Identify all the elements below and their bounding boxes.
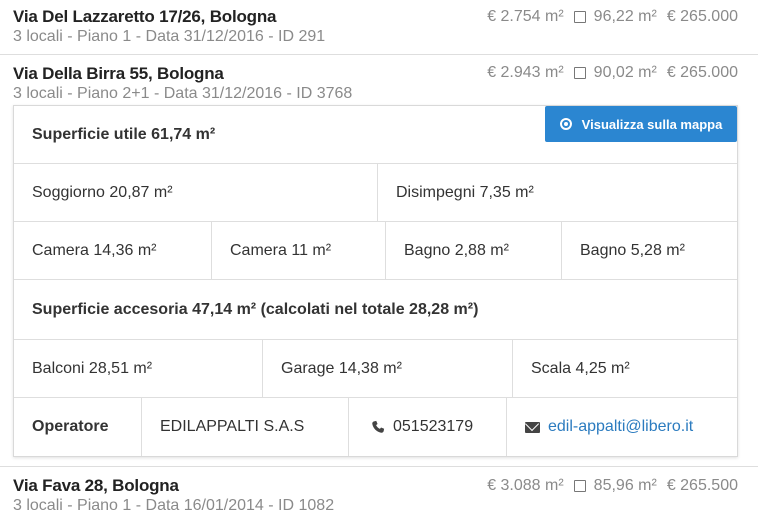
operator-email-link[interactable]: edil-appalti@libero.it [548,418,693,436]
price-per-sqm: € 2.943 m² [487,64,564,81]
listing-address[interactable]: Via Del Lazzaretto 17/26, Bologna [13,7,276,27]
accessory-row: Balconi 28,51 m² Garage 14,38 m² Scala 4… [14,340,737,398]
price-per-sqm: € 3.088 m² [487,477,564,494]
listing-item[interactable]: Via Della Birra 55, Bologna 3 locali - P… [0,55,758,105]
superficie-accessoria-row: Superficie accesoria 47,14 m² (calcolati… [14,280,737,340]
listing-meta: 3 locali - Piano 1 - Data 31/12/2016 - I… [13,28,326,45]
room-cell: Bagno 2,88 m² [386,222,562,279]
listing-stats: € 3.088 m² 85,96 m² € 265.500 [487,477,738,495]
listing-area: 96,22 m² [593,8,657,25]
listing-address[interactable]: Via Fava 28, Bologna [13,476,179,496]
superficie-accessoria-heading: Superficie accesoria 47,14 m² (calcolati… [32,300,479,318]
rooms-row: Camera 14,36 m² Camera 11 m² Bagno 2,88 … [14,222,737,280]
listing-area: 85,96 m² [593,477,657,494]
square-icon [573,11,586,23]
room-cell: Camera 14,36 m² [14,222,212,279]
listing-stats: € 2.943 m² 90,02 m² € 265.000 [487,64,738,82]
operator-row: Operatore EDILAPPALTI S.A.S 051523179 ed… [14,398,737,456]
listing-item[interactable]: Via Fava 28, Bologna 3 locali - Piano 1 … [0,467,758,521]
operator-email[interactable]: edil-appalti@libero.it [507,398,737,456]
room-cell: Soggiorno 20,87 m² [14,164,378,221]
superficie-utile-row: Superficie utile 61,74 m² [14,106,737,164]
listing-price: € 265.500 [666,477,738,494]
operator-label: Operatore [14,398,142,456]
operator-phone-number: 051523179 [393,418,474,435]
listing-meta: 3 locali - Piano 2+1 - Data 31/12/2016 -… [13,85,353,102]
price-per-sqm: € 2.754 m² [487,8,564,25]
accessory-cell: Scala 4,25 m² [531,359,630,377]
listing-detail-panel: Visualizza sulla mappa Superficie utile … [13,105,738,457]
listing-area: 90,02 m² [593,64,657,81]
listing-meta: 3 locali - Piano 1 - Data 16/01/2014 - I… [13,497,335,514]
accessory-cell: Garage 14,38 m² [263,340,513,397]
envelope-icon [525,421,540,433]
room-cell: Bagno 5,28 m² [580,241,685,259]
square-icon [573,480,586,492]
room-cell: Disimpegni 7,35 m² [396,183,534,201]
listing-price: € 265.000 [666,64,738,81]
listing-item[interactable]: Via Del Lazzaretto 17/26, Bologna 3 loca… [0,0,758,54]
room-cell: Camera 11 m² [212,222,386,279]
listing-stats: € 2.754 m² 96,22 m² € 265.000 [487,8,738,26]
listing-address[interactable]: Via Della Birra 55, Bologna [13,64,224,84]
rooms-row: Soggiorno 20,87 m² Disimpegni 7,35 m² [14,164,737,222]
accessory-cell: Balconi 28,51 m² [14,340,263,397]
operator-phone[interactable]: 051523179 [349,398,507,456]
listing-price: € 265.000 [666,8,738,25]
phone-icon [372,420,385,433]
operator-name: EDILAPPALTI S.A.S [142,398,349,456]
superficie-utile-heading: Superficie utile 61,74 m² [32,125,216,143]
square-icon [573,67,586,79]
